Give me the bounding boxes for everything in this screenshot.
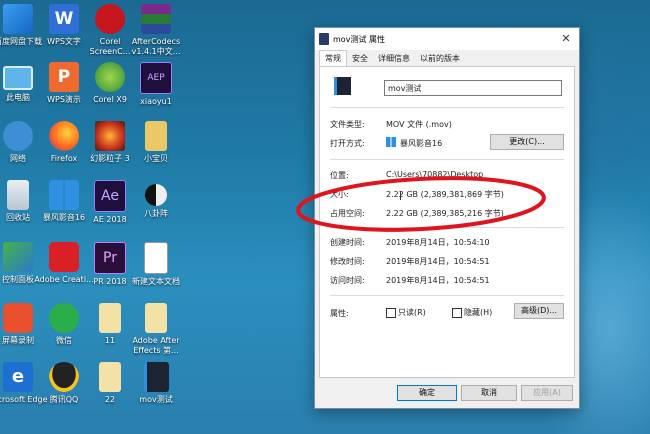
file-icon bbox=[319, 33, 329, 45]
checkbox-box[interactable] bbox=[386, 307, 396, 318]
winrar-archive-icon bbox=[141, 4, 171, 34]
created-value: 2019年8月14日，10:54:10 bbox=[386, 238, 490, 247]
desktop-icon-mov-test[interactable]: mov测试 bbox=[126, 362, 186, 405]
title-bar[interactable]: mov测试 属性 ✕ bbox=[315, 28, 579, 50]
text-cursor-icon bbox=[400, 191, 401, 200]
document-icon bbox=[99, 303, 121, 333]
open-with-label: 打开方式: bbox=[330, 139, 365, 148]
premiere-icon: Pr bbox=[94, 242, 126, 274]
created-label: 创建时间: bbox=[330, 238, 365, 247]
dialog-title: mov测试 属性 bbox=[333, 34, 385, 44]
checkbox-box[interactable] bbox=[452, 307, 462, 318]
desktop-icon-aftercodecs[interactable]: AfterCodecs v1.4.1中文... bbox=[126, 4, 186, 57]
hidden-checkbox[interactable]: 隐藏(H) bbox=[452, 307, 492, 318]
wechat-icon bbox=[49, 303, 79, 333]
ok-button[interactable]: 确定 bbox=[397, 385, 457, 401]
particle-icon bbox=[95, 121, 125, 151]
wps-writer-icon: W bbox=[49, 4, 79, 34]
attributes-label: 属性: bbox=[330, 309, 349, 318]
desktop-icon-new-text[interactable]: 新建文本文档 bbox=[126, 242, 186, 287]
location-value: C:\Users\70882\Desktop bbox=[386, 170, 484, 179]
separator bbox=[330, 227, 564, 228]
yin-yang-icon bbox=[145, 184, 167, 206]
disk-size-value: 2.22 GB (2,389,385,216 字节) bbox=[386, 209, 504, 218]
icon-label: Adobe After Effects 第... bbox=[132, 336, 180, 355]
separator bbox=[330, 159, 564, 160]
icon-label: 小宝贝 bbox=[144, 154, 168, 163]
close-button[interactable]: ✕ bbox=[553, 28, 579, 50]
recycle-bin-icon bbox=[7, 180, 29, 210]
video-file-icon bbox=[143, 362, 169, 392]
qq-penguin-icon bbox=[49, 362, 79, 392]
folder-icon bbox=[145, 121, 167, 151]
readonly-checkbox[interactable]: 只读(R) bbox=[386, 307, 426, 318]
icon-label: AfterCodecs v1.4.1中文... bbox=[131, 37, 181, 56]
tab-previous-versions[interactable]: 以前的版本 bbox=[415, 51, 465, 66]
firefox-icon bbox=[49, 121, 79, 151]
accessed-label: 访问时间: bbox=[330, 276, 365, 285]
cancel-button[interactable]: 取消 bbox=[461, 385, 517, 401]
general-panel: mov测试 文件类型: MOV 文件 (.mov) 打开方式: 暴风影音16 更… bbox=[319, 66, 575, 378]
size-value: 2.22 GB (2,389,381,869 字节) bbox=[386, 190, 504, 199]
tab-details[interactable]: 详细信息 bbox=[373, 51, 415, 66]
baofeng-icon bbox=[49, 180, 79, 210]
tab-bar: 常规 安全 详细信息 以前的版本 bbox=[315, 50, 579, 66]
network-icon bbox=[3, 121, 33, 151]
type-label: 文件类型: bbox=[330, 120, 365, 129]
video-file-icon bbox=[334, 77, 351, 95]
readonly-label: 只读(R) bbox=[398, 308, 426, 317]
icon-label: 八卦阵 bbox=[144, 209, 168, 218]
open-with-value: 暴风影音16 bbox=[400, 139, 443, 148]
separator bbox=[330, 295, 564, 296]
accessed-value: 2019年8月14日，10:54:51 bbox=[386, 276, 490, 285]
wps-presentation-icon: P bbox=[49, 62, 79, 92]
size-label: 大小: bbox=[330, 190, 349, 199]
creative-cloud-icon bbox=[49, 242, 79, 272]
corel-screencap-icon bbox=[95, 4, 125, 34]
coreldraw-icon bbox=[95, 62, 125, 92]
separator bbox=[330, 107, 564, 108]
location-label: 位置: bbox=[330, 171, 349, 180]
computer-icon bbox=[3, 66, 33, 90]
filename-input[interactable]: mov测试 bbox=[384, 80, 562, 96]
desktop-icon-xiaoyu1[interactable]: AEP xiaoyu1 bbox=[126, 62, 186, 107]
tab-security[interactable]: 安全 bbox=[347, 51, 373, 66]
baofeng-icon bbox=[386, 137, 396, 147]
tab-general[interactable]: 常规 bbox=[319, 50, 347, 66]
icon-label: 新建文本文档 bbox=[132, 277, 180, 286]
cloud-icon bbox=[3, 4, 33, 34]
disk-size-label: 占用空间: bbox=[330, 209, 365, 218]
icon-label: mov测试 bbox=[139, 395, 173, 404]
control-panel-icon bbox=[3, 242, 33, 272]
record-icon bbox=[3, 303, 33, 333]
desktop-icon-xiaobaobei[interactable]: 小宝贝 bbox=[126, 121, 186, 164]
properties-dialog: mov测试 属性 ✕ 常规 安全 详细信息 以前的版本 mov测试 文件类型: … bbox=[314, 27, 580, 409]
type-value: MOV 文件 (.mov) bbox=[386, 120, 452, 129]
apply-button[interactable]: 应用(A) bbox=[521, 385, 573, 401]
edge-icon: e bbox=[3, 362, 33, 392]
icon-label: xiaoyu1 bbox=[140, 97, 172, 106]
text-file-icon bbox=[144, 242, 168, 274]
modified-value: 2019年8月14日，10:54:51 bbox=[386, 257, 490, 266]
after-effects-icon: Ae bbox=[94, 180, 126, 212]
desktop-icon-ae-tutorial[interactable]: Adobe After Effects 第... bbox=[126, 303, 186, 356]
change-button[interactable]: 更改(C)... bbox=[490, 134, 564, 150]
document-icon bbox=[99, 362, 121, 392]
aep-file-icon: AEP bbox=[140, 62, 172, 94]
advanced-button[interactable]: 高级(D)... bbox=[514, 303, 564, 319]
desktop-icon-bagua[interactable]: 八卦阵 bbox=[126, 180, 186, 219]
hidden-label: 隐藏(H) bbox=[464, 308, 493, 317]
document-icon bbox=[145, 303, 167, 333]
modified-label: 修改时间: bbox=[330, 257, 365, 266]
